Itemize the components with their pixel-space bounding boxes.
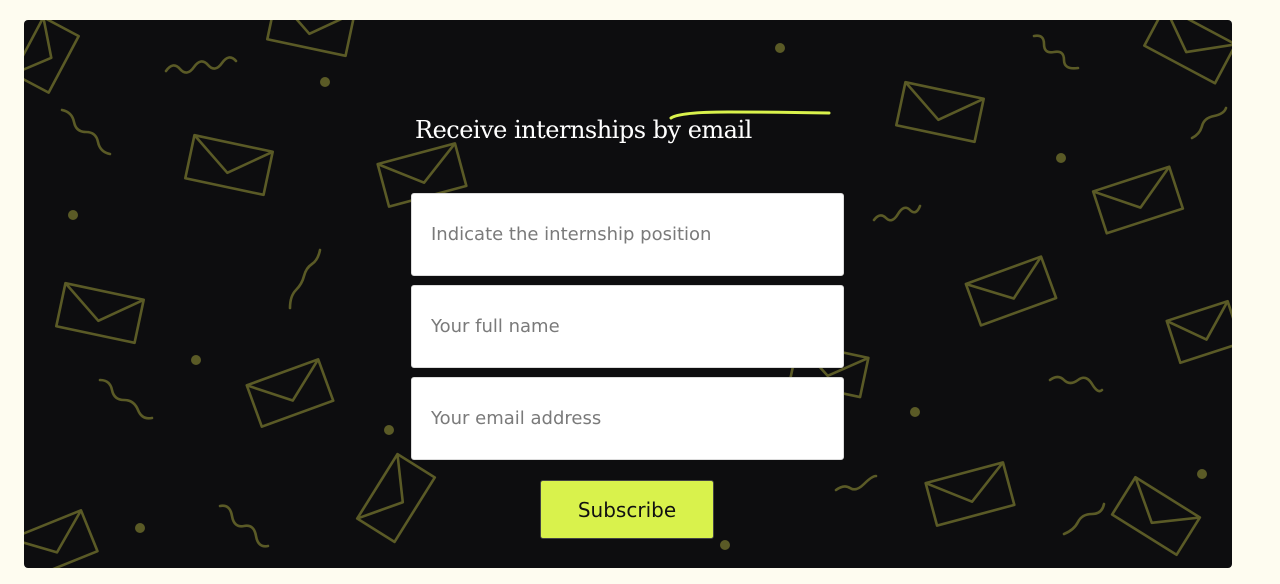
dot-decoration <box>191 355 201 365</box>
envelope-icon <box>55 281 145 345</box>
squiggle-decoration <box>288 248 322 310</box>
squiggle-decoration <box>1062 502 1106 536</box>
dot-decoration <box>135 523 145 533</box>
subscribe-button[interactable]: Subscribe <box>540 480 714 539</box>
squiggle-decoration <box>1032 34 1080 70</box>
newsletter-heading: Receive internships by email <box>415 116 752 144</box>
squiggle-decoration <box>60 108 112 156</box>
envelope-icon <box>266 20 356 58</box>
dot-decoration <box>320 77 330 87</box>
email-input[interactable] <box>411 377 844 460</box>
squiggle-decoration <box>218 504 270 548</box>
envelope-icon <box>24 20 80 94</box>
squiggle-decoration <box>164 56 238 74</box>
envelope-icon <box>1110 475 1202 557</box>
envelope-icon <box>1143 20 1232 85</box>
envelope-icon <box>1091 165 1185 235</box>
dot-decoration <box>910 407 920 417</box>
dot-decoration <box>1056 153 1066 163</box>
dot-decoration <box>720 540 730 550</box>
squiggle-decoration <box>1048 375 1104 393</box>
squiggle-decoration <box>872 204 922 222</box>
envelope-icon <box>964 255 1058 327</box>
squiggle-decoration <box>834 474 878 492</box>
envelope-icon <box>184 133 274 197</box>
dot-decoration <box>775 43 785 53</box>
full-name-input[interactable] <box>411 285 844 368</box>
envelope-icon <box>924 461 1016 527</box>
envelope-icon <box>895 80 985 144</box>
subscribe-card: Receive internships by email Subscribe <box>24 20 1232 568</box>
dot-decoration <box>384 425 394 435</box>
internship-position-input[interactable] <box>411 193 844 276</box>
dot-decoration <box>1197 469 1207 479</box>
squiggle-decoration <box>1190 106 1228 140</box>
envelope-icon <box>355 452 437 544</box>
envelope-icon <box>1165 299 1232 365</box>
envelope-icon <box>24 509 99 568</box>
squiggle-decoration <box>98 378 154 420</box>
dot-decoration <box>68 210 78 220</box>
envelope-icon <box>245 358 335 428</box>
